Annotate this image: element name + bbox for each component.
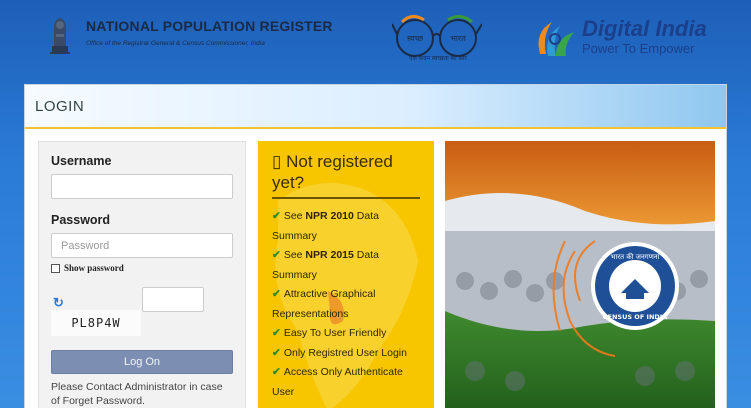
username-label: Username	[51, 154, 112, 168]
login-panel-header: LOGIN	[25, 85, 726, 129]
show-password-label: Show password	[64, 263, 124, 273]
swachh-right-text: भारत	[450, 34, 466, 43]
feature-item[interactable]: ✔ See NPR 2015 Data Summary	[272, 246, 422, 285]
digital-india-title: Digital India	[582, 16, 707, 41]
check-icon: ✔	[272, 210, 281, 222]
captcha-input[interactable]	[142, 287, 204, 312]
mobile-icon: ▯	[272, 152, 282, 171]
login-form: Username Password Show password ↻ PL8P4W…	[38, 141, 246, 408]
census-seal-top-text: भारत की जनगणना	[610, 252, 659, 261]
feature-item: ✔ Only Registred User Login	[272, 346, 407, 359]
feature-item: ✔ Access Only Authenticate User	[272, 366, 403, 398]
captcha-row: ↻ PL8P4W	[51, 287, 233, 345]
page-header: NATIONAL POPULATION REGISTER Office of t…	[0, 0, 751, 82]
login-heading: LOGIN	[35, 97, 85, 115]
feature-item: ✔ Easy To User Friendly	[272, 327, 387, 339]
password-input[interactable]	[51, 233, 233, 258]
not-registered-title-text: Not registered yet?	[272, 152, 393, 192]
show-password-row[interactable]: Show password	[51, 263, 233, 273]
not-registered-title: ▯ Not registered yet?	[272, 151, 420, 199]
not-registered-box: ▯ Not registered yet? ✔ See NPR 2010 Data…	[258, 141, 434, 408]
contact-admin-text: Please Contact Administrator in case of …	[51, 381, 223, 407]
captcha-image: PL8P4W	[51, 310, 141, 336]
login-button[interactable]: Log On	[51, 350, 233, 374]
census-banner-image: भारत की जनगणना CENSUS OF INDIA	[445, 141, 715, 408]
check-icon: ✔	[272, 327, 281, 339]
feature-link[interactable]: NPR 2010	[305, 210, 353, 222]
feature-link[interactable]: NPR 2015	[305, 249, 353, 261]
swachh-tagline: एक कदम स्वच्छता की ओर	[409, 56, 467, 62]
features-list: ✔ See NPR 2010 Data Summary ✔ See NPR 2015 …	[272, 207, 422, 402]
feature-item: ✔ Attractive Graphical Representations	[272, 288, 376, 320]
check-icon: ✔	[272, 249, 281, 261]
site-subtitle: Office of the Registrar General & Census…	[86, 40, 265, 47]
check-icon: ✔	[272, 346, 281, 359]
swachh-left-text: स्वच्छ	[407, 34, 424, 43]
check-icon: ✔	[272, 288, 281, 300]
census-seal-bottom-text: CENSUS OF INDIA	[603, 313, 668, 321]
show-password-checkbox[interactable]	[51, 263, 60, 273]
site-title: NATIONAL POPULATION REGISTER	[86, 18, 333, 34]
username-input[interactable]	[51, 174, 233, 199]
check-icon: ✔	[272, 366, 281, 378]
national-emblem-icon	[50, 18, 70, 54]
refresh-captcha-icon[interactable]: ↻	[53, 295, 64, 311]
login-panel: LOGIN Username Password Show password ↻ …	[24, 84, 727, 408]
digital-india-logo-icon	[538, 22, 574, 56]
password-label: Password	[51, 213, 111, 227]
feature-item[interactable]: ✔ See NPR 2010 Data Summary	[272, 207, 422, 246]
digital-india-subtitle: Power To Empower	[582, 41, 695, 56]
